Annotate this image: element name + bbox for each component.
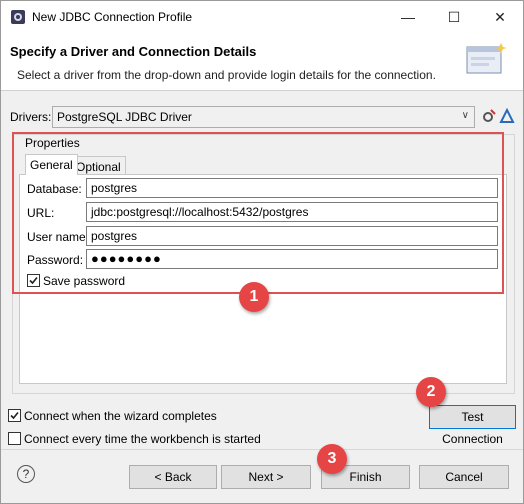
button-bar-divider xyxy=(1,449,523,450)
url-label: URL: xyxy=(27,206,55,220)
drivers-dropdown[interactable]: PostgreSQL JDBC Driver ∨ xyxy=(52,106,475,128)
eclipse-db-icon xyxy=(11,10,25,24)
page-title: Specify a Driver and Connection Details xyxy=(10,44,257,59)
page-description: Select a driver from the drop-down and p… xyxy=(17,68,436,82)
close-button[interactable]: ✕ xyxy=(477,1,523,33)
test-connection-button[interactable]: Test Connection xyxy=(429,405,516,446)
step-badge-2: 2 xyxy=(416,377,446,407)
minimize-button[interactable]: — xyxy=(385,1,431,33)
save-password-label: Save password xyxy=(43,274,126,288)
password-field[interactable]: ●●●●●●●● xyxy=(86,249,498,269)
cancel-button[interactable]: Cancel xyxy=(419,465,509,489)
step-badge-1: 1 xyxy=(239,282,269,312)
chevron-down-icon: ∨ xyxy=(461,110,469,121)
username-field[interactable]: postgres xyxy=(86,226,498,246)
maximize-button[interactable]: ☐ xyxy=(431,1,477,33)
connect-on-startup-label: Connect every time the workbench is star… xyxy=(24,432,261,446)
wizard-header: Specify a Driver and Connection Details … xyxy=(1,33,523,91)
wizard-banner-icon xyxy=(466,43,507,74)
connect-on-finish-checkbox[interactable] xyxy=(8,409,21,422)
tab-optional[interactable]: Optional xyxy=(71,156,126,176)
edit-driver-icon[interactable] xyxy=(481,108,497,124)
username-label: User name: xyxy=(27,230,90,244)
checkmark-icon xyxy=(29,276,38,285)
drivers-label: Drivers: xyxy=(10,110,52,124)
save-password-checkbox[interactable] xyxy=(27,274,40,287)
help-icon[interactable]: ? xyxy=(17,465,35,483)
new-driver-icon[interactable] xyxy=(499,108,515,124)
title-bar: New JDBC Connection Profile — ☐ ✕ xyxy=(1,1,523,33)
back-button[interactable]: < Back xyxy=(129,465,217,489)
checkmark-icon xyxy=(10,411,19,420)
database-field[interactable]: postgres xyxy=(86,178,498,198)
drivers-selected-value: PostgreSQL JDBC Driver xyxy=(57,110,192,124)
tab-general[interactable]: General xyxy=(25,154,78,175)
dialog-window: New JDBC Connection Profile — ☐ ✕ Specif… xyxy=(0,0,524,504)
step-badge-3: 3 xyxy=(317,444,347,474)
next-button[interactable]: Next > xyxy=(221,465,311,489)
window-title: New JDBC Connection Profile xyxy=(32,10,193,24)
connect-on-finish-label: Connect when the wizard completes xyxy=(24,409,217,423)
password-label: Password: xyxy=(27,253,84,267)
properties-legend: Properties xyxy=(23,136,82,150)
database-label: Database: xyxy=(27,182,82,196)
url-field[interactable]: jdbc:postgresql://localhost:5432/postgre… xyxy=(86,202,498,222)
connect-on-startup-checkbox[interactable] xyxy=(8,432,21,445)
